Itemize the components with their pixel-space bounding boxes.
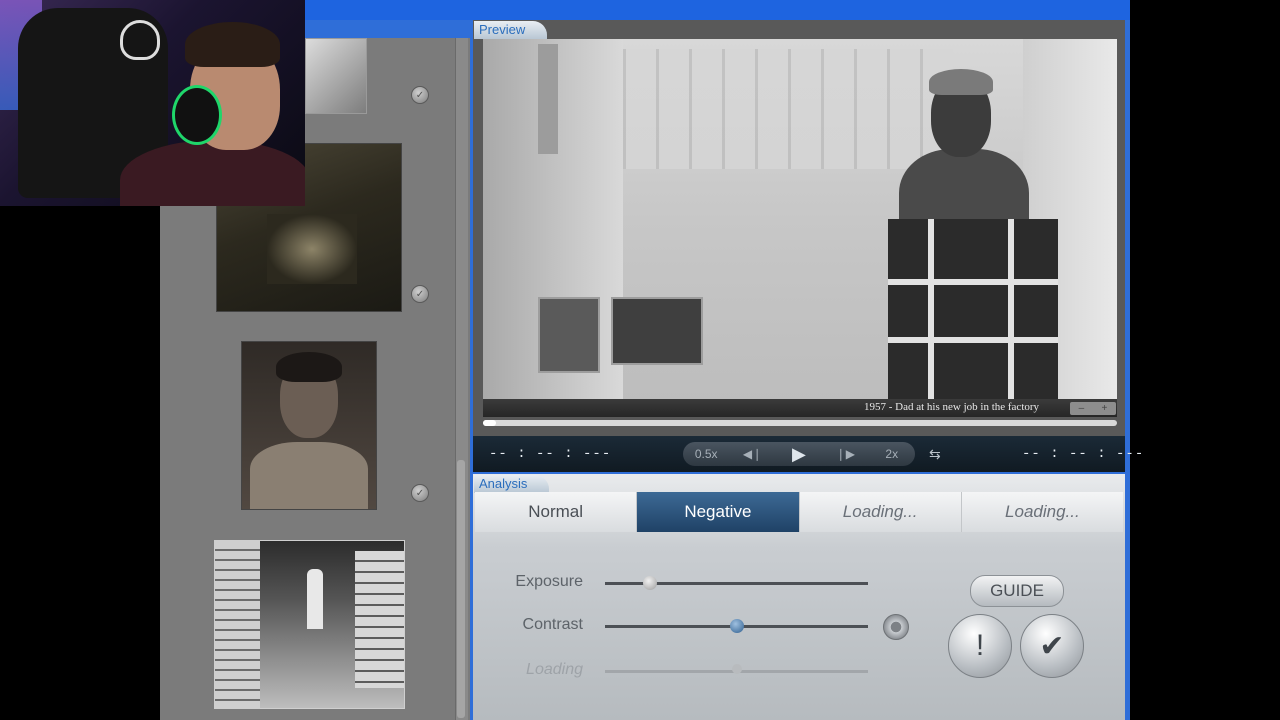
zoom-out-button[interactable]: – xyxy=(1079,403,1085,414)
headset-icon xyxy=(172,85,222,145)
playback-progress-fill xyxy=(483,420,496,426)
loading-slider-label: Loading xyxy=(526,661,583,678)
reset-icon[interactable] xyxy=(883,614,909,640)
analysis-mode-tabs: Normal Negative Loading... Loading... xyxy=(475,492,1123,532)
thumbnail-scrollbar-handle[interactable] xyxy=(457,460,465,718)
preview-ceiling xyxy=(593,49,953,169)
tab-normal[interactable]: Normal xyxy=(475,492,638,532)
preview-tab: Preview xyxy=(474,21,548,39)
preview-crate-stack xyxy=(888,219,1058,401)
speed-fast-button[interactable]: 2x xyxy=(870,447,914,461)
thumbnail-3[interactable] xyxy=(241,341,377,510)
thumbnail-2-check-icon[interactable]: ✓ xyxy=(411,285,429,303)
preview-shelf xyxy=(538,44,558,154)
window-title-bar xyxy=(305,0,1130,20)
previous-icon[interactable]: ◀❘ xyxy=(731,447,775,461)
thumbnail-4-selected[interactable] xyxy=(214,540,405,709)
alert-button[interactable]: ! xyxy=(948,614,1012,678)
exposure-slider-handle[interactable] xyxy=(642,576,657,590)
thumbnail-1-check-icon[interactable]: ✓ xyxy=(411,86,429,104)
remaining-time: -- : -- : --- xyxy=(1022,446,1145,462)
playback-progress[interactable] xyxy=(483,420,1117,426)
preview-crate-left xyxy=(538,297,600,373)
preview-image-negative xyxy=(483,39,1117,401)
analysis-tab: Analysis xyxy=(474,475,550,493)
webcam-overlay xyxy=(0,0,305,206)
speed-slow-button[interactable]: 0.5x xyxy=(684,447,728,461)
guide-button[interactable]: GUIDE xyxy=(970,575,1064,607)
tab-loading-1[interactable]: Loading... xyxy=(799,492,962,532)
exposure-label: Exposure xyxy=(515,573,583,590)
thumbnail-3-check-icon[interactable]: ✓ xyxy=(411,484,429,502)
tab-loading-2[interactable]: Loading... xyxy=(961,492,1123,532)
play-icon[interactable]: ▶ xyxy=(777,444,821,465)
contrast-label: Contrast xyxy=(522,616,583,633)
loading-slider-handle xyxy=(731,664,742,674)
photo-caption: 1957 - Dad at his new job in the factory xyxy=(864,401,1040,413)
elapsed-time: -- : -- : --- xyxy=(489,446,612,462)
confirm-button[interactable]: ✔ xyxy=(1020,614,1084,678)
contrast-slider-handle[interactable] xyxy=(729,619,744,633)
thumbnail-1[interactable] xyxy=(305,38,367,114)
loop-icon[interactable]: ⇆ xyxy=(929,446,941,463)
next-icon[interactable]: ❘▶ xyxy=(823,447,867,461)
playback-controls: 0.5x ◀❘ ▶ ❘▶ 2x xyxy=(683,442,915,466)
chair-logo-icon xyxy=(120,20,160,60)
tab-negative[interactable]: Negative xyxy=(637,492,800,532)
zoom-in-button[interactable]: + xyxy=(1102,403,1108,414)
zoom-controls[interactable]: – + xyxy=(1070,402,1116,415)
streamer-hair xyxy=(185,22,280,67)
preview-crate-small xyxy=(611,297,703,365)
preview-man-cap xyxy=(929,69,993,95)
